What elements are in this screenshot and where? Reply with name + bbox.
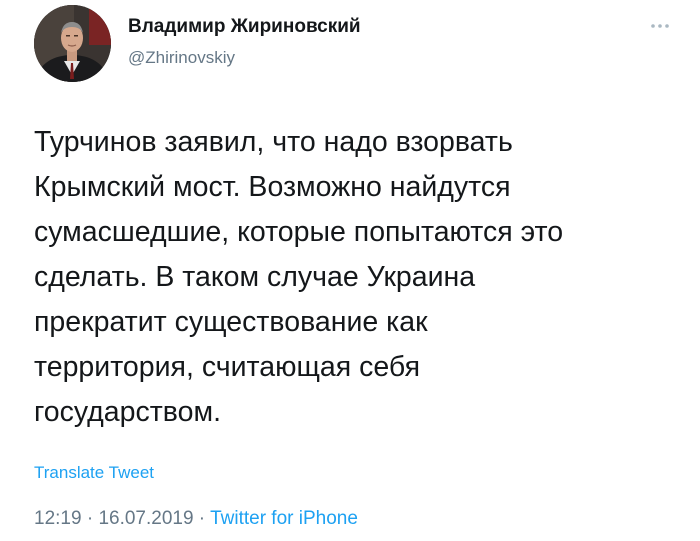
more-dots-icon[interactable] [648, 18, 672, 34]
tweet-date[interactable]: 16.07.2019 [98, 508, 193, 529]
avatar[interactable] [34, 5, 111, 82]
avatar-portrait [34, 5, 111, 82]
meta-separator: · [81, 508, 99, 529]
translate-tweet-link[interactable]: Translate Tweet [34, 463, 154, 483]
display-name[interactable]: Владимир Жириновский [128, 16, 361, 38]
tweet-card: Владимир Жириновский @Zhirinovskiy Турчи… [0, 0, 700, 541]
tweet-source-link[interactable]: Twitter for iPhone [210, 508, 358, 529]
tweet-time[interactable]: 12:19 [34, 508, 82, 529]
meta-separator: · [193, 508, 211, 529]
tweet-meta: 12:19 · 16.07.2019 · Twitter for iPhone [34, 508, 358, 530]
tweet-text: Турчинов заявил, что надо взорвать Крымс… [34, 126, 564, 428]
user-handle[interactable]: @Zhirinovskiy [128, 48, 235, 68]
